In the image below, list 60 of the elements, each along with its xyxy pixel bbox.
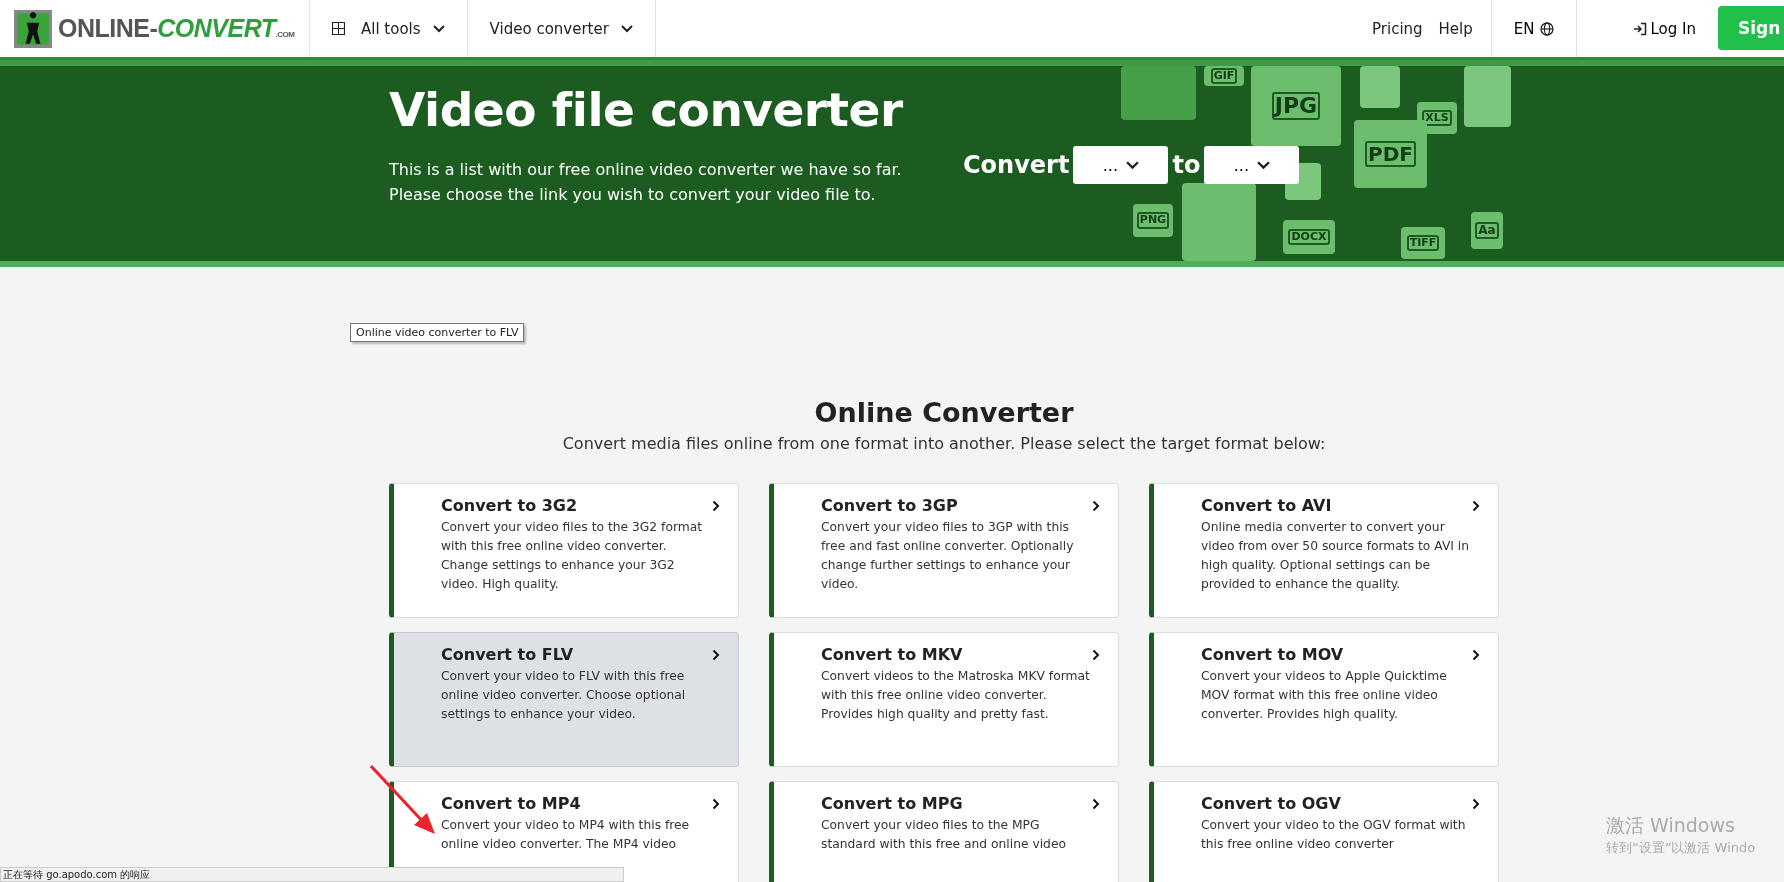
globe-icon xyxy=(1539,21,1554,36)
chevron-icon xyxy=(432,24,445,33)
converter-card[interactable]: Convert to AVI Online media converter to convert your video from over 50 source formats to AVI in high quality. Optional settings can be provided to enhance the quality. xyxy=(1149,483,1499,618)
page-title: Video file converter xyxy=(389,82,904,137)
card-description: Convert your videos to Apple Quicktime MOV format with this free online video converter. Provides high quality. xyxy=(1201,668,1448,723)
section-title: Online Converter xyxy=(813,397,1075,428)
chevron-right-icon xyxy=(712,500,720,512)
language-button[interactable]: EN xyxy=(1490,0,1577,57)
converter-card[interactable]: Convert to 3GP Convert your video files to 3GP with this free and fast online converter. Optionally change further settings to enhance your video. xyxy=(769,483,1119,618)
annotation-arrow xyxy=(370,765,436,835)
converter-card[interactable]: Convert to OGV Convert your video to the OGV format with this free online video converter xyxy=(1149,781,1499,882)
card-description: Online media converter to convert your video from over 50 source formats to AVI in high quality. Optional settings can be provided to enhance the quality. xyxy=(1201,519,1471,593)
chevron-right-icon xyxy=(1472,798,1480,810)
chevron-right-icon xyxy=(1472,649,1480,661)
chevron-right-icon xyxy=(1472,500,1480,512)
logo-text: ONLINE-CONVERT.COM xyxy=(58,14,295,43)
chevron-icon xyxy=(620,24,633,33)
converter-card[interactable]: Convert to FLV Convert your video to FLV with this free online video converter. Choose optional settings to enhance your video. xyxy=(389,632,739,767)
card-description: Convert your video files to the MPG standard with this free and online video xyxy=(821,817,1067,853)
converter-card[interactable]: Convert to MKV Convert videos to the Matroska MKV format with this free online video converter. Provides high quality and pretty fast. xyxy=(769,632,1119,767)
nav-link[interactable]: Pricing xyxy=(1364,0,1431,57)
activation-title: 激活 Windows xyxy=(1606,813,1736,838)
tooltip: Online video converter to FLV xyxy=(350,323,525,342)
card-description: Convert your video files to the 3G2 format with this free online video converter. Change settings to enhance your 3G2 video. High quality. xyxy=(441,519,704,593)
section-subtitle: Convert media files online from one format into another. Please select the target format below: xyxy=(561,434,1327,453)
chevron-right-icon xyxy=(1092,500,1100,512)
card-description: Convert your video to MP4 with this free online video converter. The MP4 video xyxy=(441,817,691,853)
status-tooltip: 正在等待 go.apodo.com 的响应 xyxy=(0,867,624,882)
activation-text: 转到“设置”以激活 Windo xyxy=(1606,839,1757,857)
chevron-icon xyxy=(1126,160,1140,170)
card-title: Convert to MPG xyxy=(821,793,964,815)
card-title: Convert to FLV xyxy=(441,644,575,666)
convert-label: Convert xyxy=(962,151,1071,179)
card-description: Convert your video to the OGV format with this free online video converter xyxy=(1201,817,1467,853)
card-title: Convert to MOV xyxy=(1201,644,1345,666)
card-description: Convert your video to FLV with this free online video converter. Choose optional settings to enhance your video. xyxy=(441,668,687,723)
source-format-select[interactable]: ... xyxy=(1073,146,1169,184)
card-description: Convert videos to the Matroska MKV format with this free online video converter. Provides high quality and pretty fast. xyxy=(821,668,1091,723)
chevron-right-icon xyxy=(1092,649,1100,661)
chevron-right-icon xyxy=(1092,798,1100,810)
hero-subtitle: This is a list with our free online video converter we have so far. Please choose the link you wish to convert your video file to. xyxy=(389,159,903,206)
to-label: to xyxy=(1171,151,1202,179)
card-title: Convert to AVI xyxy=(1201,495,1333,517)
logo-icon xyxy=(14,9,52,48)
card-title: Convert to 3GP xyxy=(821,495,959,517)
card-title: Convert to OGV xyxy=(1201,793,1342,815)
chevron-right-icon xyxy=(712,798,720,810)
login-icon xyxy=(1632,21,1647,36)
chevron-icon xyxy=(1257,160,1270,170)
chevron-right-icon xyxy=(712,649,720,661)
converter-card[interactable]: Convert to MPG Convert your video files to the MPG standard with this free and online video xyxy=(769,781,1119,882)
card-title: Convert to MKV xyxy=(821,644,964,666)
card-title: Convert to 3G2 xyxy=(441,495,579,517)
card-description: Convert your video files to 3GP with this free and fast online converter. Optionally change further settings to enhance your video. xyxy=(821,519,1075,593)
converter-card[interactable]: Convert to 3G2 Convert your video files to the 3G2 format with this free online video converter. Change settings to enhance your 3G2 video. High quality. xyxy=(389,483,739,618)
grid-icon xyxy=(332,22,345,35)
target-format-select[interactable]: ... xyxy=(1204,146,1300,184)
converter-card[interactable]: Convert to MOV Convert your videos to Apple Quicktime MOV format with this free online video converter. Provides high quality. xyxy=(1149,632,1499,767)
nav-link[interactable]: Help xyxy=(1430,0,1481,57)
card-title: Convert to MP4 xyxy=(441,793,582,815)
